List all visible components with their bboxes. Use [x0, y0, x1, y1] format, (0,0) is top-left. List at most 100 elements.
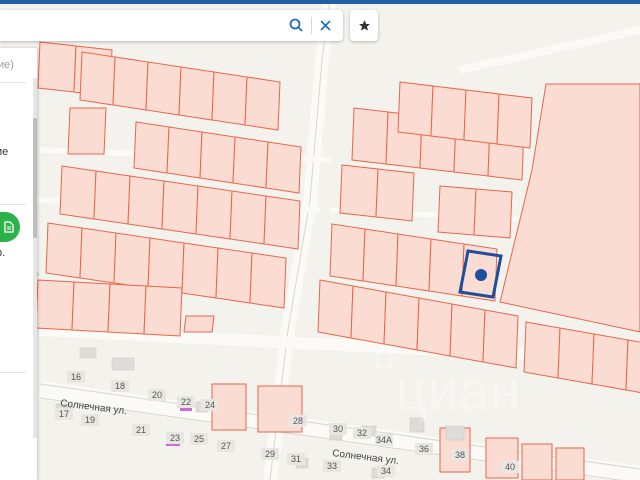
- land-parcel[interactable]: [557, 327, 595, 385]
- land-parcel[interactable]: [181, 242, 219, 299]
- land-parcel[interactable]: [93, 170, 131, 225]
- house-number: 30: [333, 424, 343, 434]
- land-parcel[interactable]: [449, 303, 486, 363]
- house-number: 28: [293, 416, 303, 426]
- land-parcel[interactable]: [416, 297, 453, 357]
- land-parcel[interactable]: [249, 252, 287, 309]
- land-parcel[interactable]: [232, 136, 269, 189]
- search-icon[interactable]: [285, 14, 307, 36]
- land-parcel[interactable]: [79, 227, 117, 284]
- land-parcel[interactable]: [428, 238, 465, 297]
- land-parcel[interactable]: [329, 223, 366, 282]
- land-parcel[interactable]: [375, 168, 415, 222]
- land-parcel[interactable]: [395, 233, 432, 292]
- land-parcel[interactable]: [351, 107, 389, 165]
- land-parcel[interactable]: [127, 175, 165, 230]
- land-parcel[interactable]: [67, 107, 107, 155]
- house-number: 24: [205, 400, 215, 410]
- land-parcel[interactable]: [229, 190, 267, 245]
- house-number: 27: [221, 441, 231, 451]
- document-button[interactable]: [0, 212, 20, 242]
- land-parcel[interactable]: [166, 126, 203, 179]
- scrollbar-thumb[interactable]: [33, 118, 37, 238]
- land-parcel[interactable]: [79, 51, 116, 106]
- house-number: 34А: [376, 435, 392, 445]
- land-parcel[interactable]: [215, 247, 253, 304]
- search-bar[interactable]: [0, 10, 343, 41]
- panel-divider: [0, 204, 26, 205]
- panel-scrollbar[interactable]: [33, 78, 37, 438]
- land-parcel[interactable]: [339, 164, 379, 218]
- land-parcel[interactable]: [183, 315, 215, 333]
- land-parcel[interactable]: [591, 333, 629, 391]
- house-number: 38: [455, 450, 465, 460]
- location-marker-icon[interactable]: [475, 269, 487, 281]
- favorites-button[interactable]: [350, 10, 378, 41]
- panel-text-fragment: р.: [0, 247, 6, 259]
- top-bar: [0, 0, 640, 4]
- house-number: 34: [381, 466, 391, 476]
- land-parcel[interactable]: [37, 41, 77, 93]
- building: [111, 357, 135, 371]
- land-parcel[interactable]: [625, 339, 640, 396]
- land-parcel[interactable]: [147, 237, 185, 294]
- land-parcel[interactable]: [178, 66, 215, 121]
- panel-collapse-arrow-icon[interactable]: ›: [36, 262, 42, 288]
- search-divider: [311, 17, 312, 34]
- house-number: 32: [357, 428, 367, 438]
- land-parcel[interactable]: [473, 188, 513, 239]
- parcel-map[interactable]: 16 18 20 22 24 17 19 21 23 25 27 28 29 30 31 32 33 34А 34 3…: [0, 0, 640, 480]
- land-parcel[interactable]: [133, 121, 170, 174]
- panel-divider: [0, 372, 26, 373]
- house-number: 19: [85, 415, 95, 425]
- house-number: 17: [59, 409, 69, 419]
- land-parcel[interactable]: [383, 291, 420, 351]
- search-input[interactable]: [6, 15, 280, 37]
- house-number: 33: [327, 461, 337, 471]
- land-parcel[interactable]: [143, 285, 183, 337]
- panel-text-fragment: ие: [0, 146, 9, 158]
- land-parcel[interactable]: [521, 443, 553, 480]
- house-number: 29: [265, 449, 275, 459]
- document-icon: [4, 221, 14, 233]
- land-parcel[interactable]: [59, 165, 97, 220]
- house-number: 22: [181, 397, 191, 407]
- land-parcel[interactable]: [437, 185, 477, 236]
- house-number: 25: [194, 434, 204, 444]
- house-number: 18: [115, 381, 125, 391]
- house-number: 23: [170, 433, 180, 443]
- land-parcel[interactable]: [362, 228, 399, 287]
- land-parcel[interactable]: [45, 222, 83, 279]
- land-parcel[interactable]: [211, 71, 248, 126]
- land-parcel[interactable]: [317, 279, 354, 339]
- land-parcel[interactable]: [265, 141, 302, 194]
- house-number: 40: [505, 462, 515, 472]
- land-parcel[interactable]: [113, 232, 151, 289]
- land-parcel[interactable]: [107, 283, 147, 335]
- land-parcel[interactable]: [496, 93, 533, 149]
- close-icon[interactable]: [314, 14, 336, 36]
- house-number: 31: [291, 454, 301, 464]
- land-parcel[interactable]: [195, 185, 233, 240]
- side-panel[interactable]: ие) ие р.: [0, 48, 37, 480]
- watermark: циан: [374, 350, 520, 422]
- land-parcel[interactable]: [523, 321, 561, 379]
- land-parcel[interactable]: [161, 180, 199, 235]
- building: [79, 347, 97, 359]
- star-icon: [358, 20, 370, 31]
- land-parcel[interactable]: [350, 285, 387, 345]
- house-number: 20: [152, 390, 162, 400]
- house-number: 16: [71, 372, 81, 382]
- land-parcel[interactable]: [145, 61, 182, 116]
- land-parcel[interactable]: [430, 85, 467, 141]
- land-parcel[interactable]: [199, 131, 236, 184]
- watermark-text: циан: [395, 359, 520, 422]
- land-parcel[interactable]: [263, 195, 301, 250]
- land-parcel[interactable]: [397, 81, 434, 137]
- land-parcel[interactable]: [555, 447, 585, 480]
- land-parcel[interactable]: [71, 281, 111, 333]
- house-number: 21: [136, 425, 146, 435]
- land-parcel[interactable]: [463, 89, 500, 145]
- land-parcel[interactable]: [244, 76, 281, 131]
- land-parcel[interactable]: [112, 56, 149, 111]
